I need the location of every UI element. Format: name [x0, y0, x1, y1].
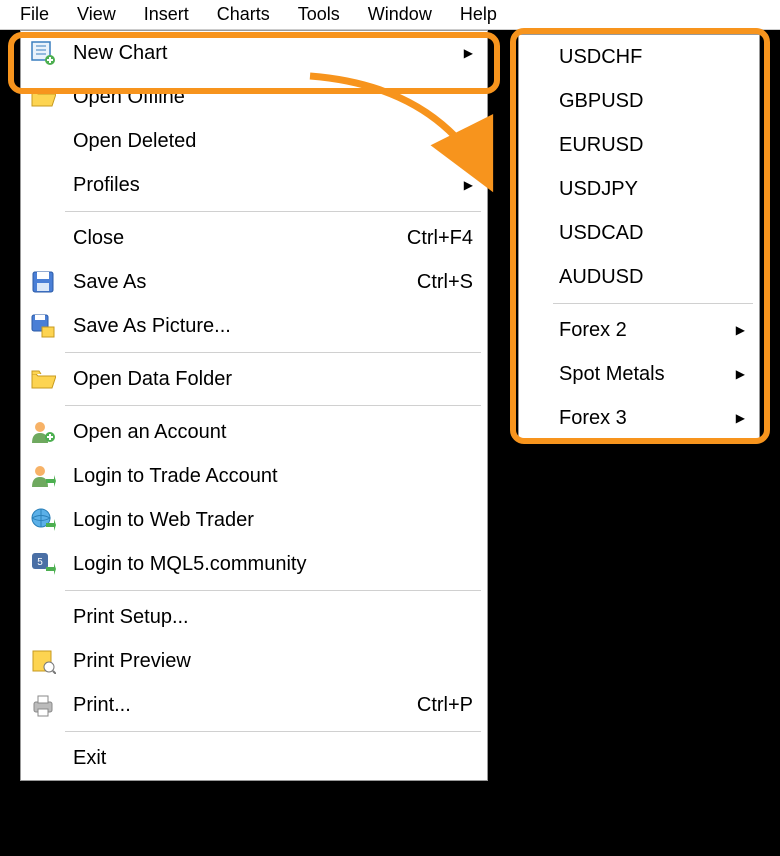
menu-exit[interactable]: Exit	[21, 736, 487, 780]
menu-separator	[65, 352, 481, 353]
submenu-usdcad[interactable]: USDCAD	[519, 211, 759, 255]
new-chart-submenu: USDCHF GBPUSD EURUSD USDJPY USDCAD AUDUS…	[518, 34, 760, 441]
submenu-eurusd[interactable]: EURUSD	[519, 123, 759, 167]
submenu-arrow-icon: ▶	[731, 411, 745, 425]
mql5-icon: 5	[21, 551, 65, 577]
menu-label: Print Preview	[65, 650, 473, 673]
menu-open-data-folder[interactable]: Open Data Folder	[21, 357, 487, 401]
menubar-window[interactable]: Window	[368, 4, 432, 25]
menu-login-trade[interactable]: Login to Trade Account	[21, 454, 487, 498]
svg-text:5: 5	[37, 557, 43, 568]
menu-close[interactable]: Close Ctrl+F4	[21, 216, 487, 260]
menu-login-mql5[interactable]: 5 Login to MQL5.community	[21, 542, 487, 586]
globe-arrow-icon	[21, 507, 65, 533]
menu-label: Spot Metals	[553, 363, 731, 386]
printer-icon	[21, 692, 65, 718]
menu-label: GBPUSD	[553, 90, 745, 113]
menu-label: AUDUSD	[553, 266, 745, 289]
user-add-icon	[21, 419, 65, 445]
submenu-arrow-icon: ▶	[731, 323, 745, 337]
menu-label: Login to MQL5.community	[65, 553, 473, 576]
menu-label: Open Offline	[65, 86, 473, 109]
menubar-view[interactable]: View	[77, 4, 116, 25]
menu-open-deleted[interactable]: Open Deleted ▶	[21, 119, 487, 163]
menu-login-web[interactable]: Login to Web Trader	[21, 498, 487, 542]
submenu-forex3[interactable]: Forex 3 ▶	[519, 396, 759, 440]
menubar-tools[interactable]: Tools	[298, 4, 340, 25]
menu-label: Print Setup...	[65, 606, 473, 629]
submenu-arrow-icon: ▶	[459, 46, 473, 60]
menu-shortcut: Ctrl+F4	[387, 227, 473, 250]
menu-label: USDCAD	[553, 222, 745, 245]
submenu-arrow-icon: ▶	[459, 134, 473, 148]
menu-label: Forex 2	[553, 319, 731, 342]
submenu-audusd[interactable]: AUDUSD	[519, 255, 759, 299]
menu-print-setup[interactable]: Print Setup...	[21, 595, 487, 639]
menu-label: Login to Trade Account	[65, 465, 473, 488]
menu-separator	[553, 303, 753, 304]
menu-label: Save As	[65, 271, 397, 294]
menu-label: Close	[65, 227, 387, 250]
menu-save-as-picture[interactable]: Save As Picture...	[21, 304, 487, 348]
submenu-arrow-icon: ▶	[731, 367, 745, 381]
folder-icon	[21, 366, 65, 392]
submenu-forex2[interactable]: Forex 2 ▶	[519, 308, 759, 352]
menu-label: Open Deleted	[65, 130, 459, 153]
submenu-arrow-icon: ▶	[459, 178, 473, 192]
menubar-file[interactable]: File	[20, 4, 49, 25]
menu-shortcut: Ctrl+S	[397, 271, 473, 294]
menubar-help[interactable]: Help	[460, 4, 497, 25]
menu-label: Open an Account	[65, 421, 473, 444]
submenu-gbpusd[interactable]: GBPUSD	[519, 79, 759, 123]
folder-open-icon	[21, 84, 65, 110]
menu-label: Login to Web Trader	[65, 509, 473, 532]
menubar: File View Insert Charts Tools Window Hel…	[0, 0, 780, 30]
submenu-usdchf[interactable]: USDCHF	[519, 35, 759, 79]
menu-label: EURUSD	[553, 134, 745, 157]
menu-label: Print...	[65, 694, 397, 717]
menu-print[interactable]: Print... Ctrl+P	[21, 683, 487, 727]
new-chart-icon	[21, 40, 65, 66]
menu-save-as[interactable]: Save As Ctrl+S	[21, 260, 487, 304]
user-arrow-icon	[21, 463, 65, 489]
menu-label: Exit	[65, 747, 473, 770]
file-menu: New Chart ▶ Open Offline Open Deleted ▶ …	[20, 30, 488, 781]
print-preview-icon	[21, 648, 65, 674]
menu-label: Save As Picture...	[65, 315, 473, 338]
menu-label: Profiles	[65, 174, 459, 197]
menu-label: USDJPY	[553, 178, 745, 201]
save-icon	[21, 269, 65, 295]
menu-new-chart[interactable]: New Chart ▶	[21, 31, 487, 75]
submenu-spot-metals[interactable]: Spot Metals ▶	[519, 352, 759, 396]
menu-label: Open Data Folder	[65, 368, 473, 391]
menu-profiles[interactable]: Profiles ▶	[21, 163, 487, 207]
menu-separator	[65, 405, 481, 406]
menu-shortcut: Ctrl+P	[397, 694, 473, 717]
menu-separator	[65, 590, 481, 591]
menu-print-preview[interactable]: Print Preview	[21, 639, 487, 683]
menu-open-offline[interactable]: Open Offline	[21, 75, 487, 119]
menu-label: Forex 3	[553, 407, 731, 430]
menu-label: New Chart	[65, 42, 459, 65]
menu-separator	[65, 211, 481, 212]
menubar-charts[interactable]: Charts	[217, 4, 270, 25]
menubar-insert[interactable]: Insert	[144, 4, 189, 25]
menu-open-account[interactable]: Open an Account	[21, 410, 487, 454]
menu-separator	[65, 731, 481, 732]
save-picture-icon	[21, 313, 65, 339]
submenu-usdjpy[interactable]: USDJPY	[519, 167, 759, 211]
menu-label: USDCHF	[553, 46, 745, 69]
